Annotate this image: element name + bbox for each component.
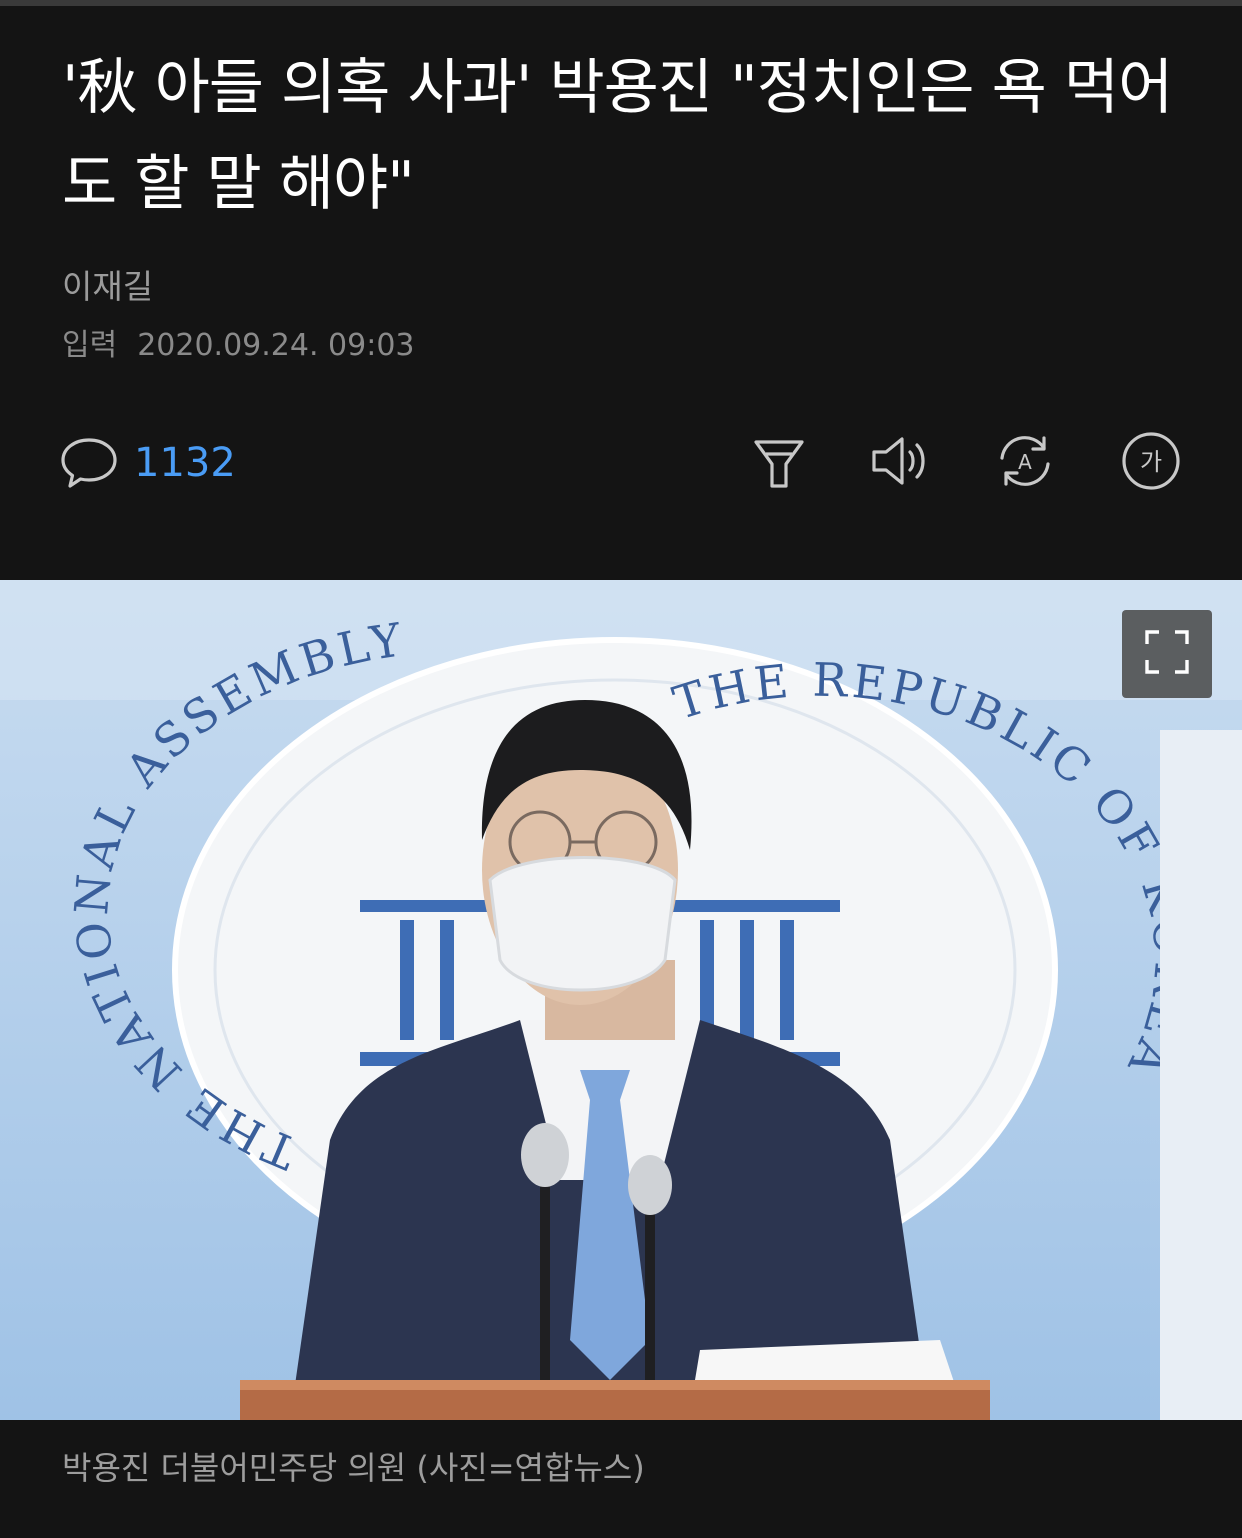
- font-size-button[interactable]: 가: [1116, 428, 1186, 498]
- photo-caption: 박용진 더불어민주당 의원 (사진=연합뉴스): [62, 1449, 645, 1487]
- article-author[interactable]: 이재길: [62, 266, 153, 308]
- summary-icon: [746, 428, 812, 498]
- font-size-glyph: 가: [1140, 448, 1162, 476]
- comment-count: 1132: [134, 440, 236, 486]
- comment-button[interactable]: 1132: [58, 428, 236, 498]
- date-label: 입력: [62, 328, 118, 363]
- summary-button[interactable]: [744, 428, 814, 498]
- article-photo[interactable]: THE NATIONAL ASSEMBLY THE REPUBLIC OF KO…: [0, 580, 1242, 1420]
- article-toolbar: 1132 A 가: [0, 420, 1242, 510]
- comment-icon: [58, 430, 120, 496]
- date-value: 2020.09.24. 09:03: [137, 328, 415, 363]
- font-size-icon: 가: [1118, 428, 1184, 498]
- article-headline: '秋 아들 의혹 사과' 박용진 "정치인은 욕 먹어도 할 말 해야": [62, 53, 1173, 219]
- press-conference-photo: THE NATIONAL ASSEMBLY THE REPUBLIC OF KO…: [0, 580, 1242, 1420]
- speaker-icon: [866, 428, 932, 498]
- fullscreen-icon: [1141, 626, 1193, 682]
- top-divider: [0, 0, 1242, 6]
- article-date: 입력 2020.09.24. 09:03: [62, 326, 415, 366]
- translate-button[interactable]: A: [990, 428, 1060, 498]
- translate-glyph: A: [1018, 450, 1032, 474]
- tts-button[interactable]: [864, 428, 934, 498]
- translate-icon: A: [992, 428, 1058, 498]
- expand-photo-button[interactable]: [1122, 610, 1212, 698]
